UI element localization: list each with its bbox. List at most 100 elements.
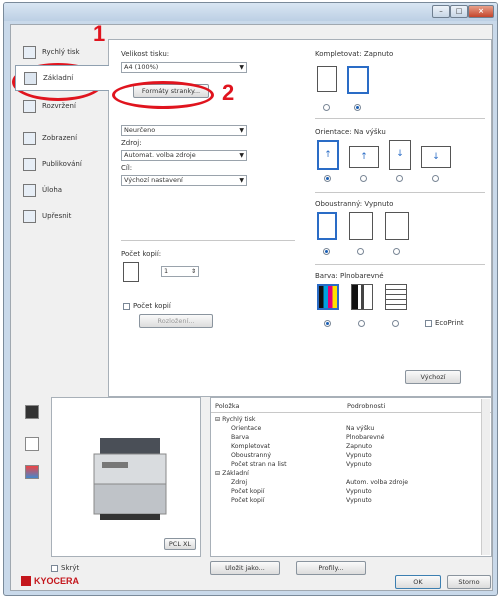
sidebar-item-imaging[interactable]: Zobrazení [15, 127, 109, 149]
collate-off-radio[interactable] [323, 104, 330, 111]
duplex-off-radio[interactable] [323, 248, 330, 255]
collate-combine-label: Kompletovat: Zapnuto [315, 50, 394, 58]
kyocera-brand-text: KYOCERA [34, 576, 80, 586]
collate-off-icon[interactable] [317, 66, 337, 92]
sidebar-item-label: Zobrazení [42, 134, 78, 142]
hide-checkbox[interactable] [51, 565, 58, 572]
sidebar-item-job[interactable]: Úloha [15, 179, 109, 201]
duplex-long-edge-icon[interactable] [349, 212, 373, 240]
color-full-radio[interactable] [324, 320, 331, 327]
ok-button[interactable]: OK [395, 575, 441, 589]
document-view-icon[interactable] [25, 437, 39, 451]
reset-defaults-button[interactable]: Výchozí [405, 370, 461, 384]
advanced-icon [23, 209, 36, 223]
section-divider [315, 192, 485, 193]
portrait-rotated-icon[interactable]: ↓ [389, 140, 411, 170]
collate-checkbox[interactable] [123, 303, 130, 310]
destination-select[interactable]: Výchozí nastavení ▼ [121, 175, 247, 186]
duplex-short-edge-icon[interactable] [385, 212, 409, 240]
source-select[interactable]: Automat. volba zdroje ▼ [121, 150, 247, 161]
orientation-landscape-rotated-radio[interactable] [432, 175, 439, 182]
duplex-short-edge-radio[interactable] [393, 248, 400, 255]
landscape-icon[interactable]: ↑ [349, 146, 379, 168]
maximize-button[interactable]: □ [450, 5, 468, 18]
orientation-portrait-radio[interactable] [324, 175, 331, 182]
color-text: Barva: [315, 272, 338, 280]
row-key: ⊟ Základní [215, 470, 249, 477]
quick-print-icon [23, 45, 36, 59]
portrait-icon[interactable]: ↑ [317, 140, 339, 170]
copies-document-icon [123, 262, 139, 282]
save-as-button[interactable]: Uložit jako... [210, 561, 280, 575]
duplex-off-icon[interactable] [317, 212, 337, 240]
collate-combine-value: Zapnuto [363, 50, 394, 58]
chevron-down-icon: ▼ [239, 177, 244, 184]
sidebar-item-advanced[interactable]: Upřesnit [15, 205, 109, 227]
copies-label: Počet kopií: [121, 250, 162, 258]
duplex-value: Vypnuto [364, 200, 394, 208]
profiles-button[interactable]: Profily... [296, 561, 366, 575]
sidebar-item-basic[interactable]: Základní [15, 65, 109, 91]
duplex-label: Oboustranný: Vypnuto [315, 200, 393, 208]
spinner-icon[interactable]: ⇕ [191, 267, 196, 276]
orientation-portrait-rotated-radio[interactable] [396, 175, 403, 182]
cancel-button[interactable]: Storno [447, 575, 491, 589]
text-only-icon[interactable] [385, 284, 407, 310]
collate-on-icon[interactable] [347, 66, 369, 94]
print-size-label: Velikost tisku: [121, 50, 170, 58]
publishing-icon [23, 157, 36, 171]
destination-label: Cíl: [121, 164, 133, 172]
table-row: ⊟ Rychlý tisk [215, 416, 477, 425]
orientation-text: Orientace: [315, 128, 352, 136]
row-value: Vypnuto [346, 452, 372, 459]
row-key: Zdroj [231, 479, 248, 486]
source-label: Zdroj: [121, 139, 142, 147]
full-color-icon[interactable] [317, 284, 339, 310]
section-divider [315, 264, 485, 265]
minimize-button[interactable]: – [432, 5, 450, 18]
collate-on-radio[interactable] [354, 104, 361, 111]
layout-icon [23, 99, 36, 113]
annotation-circle-page-formats [112, 81, 214, 109]
basic-icon [24, 71, 37, 85]
sidebar-item-label: Základní [43, 74, 74, 82]
color-text-radio[interactable] [392, 320, 399, 327]
landscape-rotated-icon[interactable]: ↓ [421, 146, 451, 168]
sidebar-item-publishing[interactable]: Publikování [15, 153, 109, 175]
kyocera-logo-icon [21, 576, 31, 586]
print-size-select[interactable]: A4 (100%) ▼ [121, 62, 247, 73]
copies-input[interactable]: 1 ⇕ [161, 266, 199, 277]
table-row: Kompletovat Zapnuto [215, 443, 477, 452]
sidebar-item-label: Rychlý tisk [42, 48, 80, 56]
orientation-landscape-radio[interactable] [360, 175, 367, 182]
duplex-text: Oboustranný: [315, 200, 363, 208]
printer-view-icon[interactable] [25, 405, 39, 419]
media-type-select[interactable]: Neurčeno ▼ [121, 125, 247, 136]
row-value: Vypnuto [346, 461, 372, 468]
dialog-client: Rychlý tisk Základní Rozvržení Zobrazení… [10, 24, 493, 591]
row-key: Orientace [231, 425, 262, 432]
color-value: Plnobarevné [340, 272, 384, 280]
collate-layout-button[interactable]: Rozložení... [139, 314, 213, 328]
section-divider [121, 240, 295, 241]
black-white-icon[interactable] [351, 284, 373, 310]
table-row: Počet kopií Vypnuto [215, 488, 477, 497]
collate-label: Počet kopií [133, 302, 171, 310]
source-value: Automat. volba zdroje [124, 151, 196, 159]
ecoprint-checkbox[interactable] [425, 320, 432, 327]
row-key: Oboustranný [231, 452, 271, 459]
settings-summary-table: Položka Podrobnosti ⊟ Rychlý tisk Orient… [210, 397, 492, 557]
row-key: Počet kopií [231, 497, 265, 504]
color-bw-radio[interactable] [358, 320, 365, 327]
print-preferences-window: – □ × Rychlý tisk Základní Rozvržení Zob… [3, 2, 498, 596]
table-row: Oboustranný Vypnuto [215, 452, 477, 461]
collate-combine-text: Kompletovat [315, 50, 360, 58]
summary-scrollbar[interactable] [481, 399, 490, 555]
color-view-icon[interactable] [25, 465, 39, 479]
duplex-long-edge-radio[interactable] [357, 248, 364, 255]
annotation-step-1: 1 [93, 21, 106, 46]
kyocera-logo: KYOCERA [21, 576, 79, 586]
close-button[interactable]: × [468, 5, 494, 18]
sidebar-item-label: Upřesnit [42, 212, 72, 220]
chevron-down-icon: ▼ [239, 152, 244, 159]
